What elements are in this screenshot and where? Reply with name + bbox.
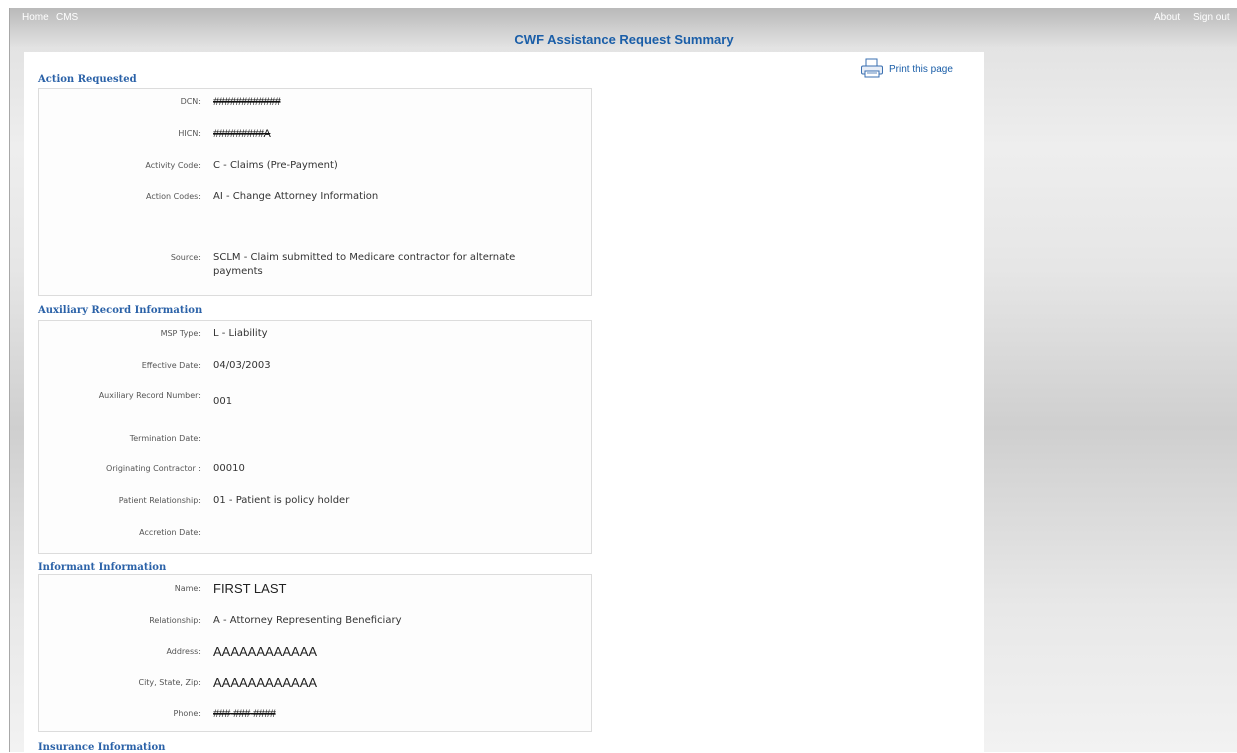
effective-date-label: Effective Date: xyxy=(141,361,201,370)
address-label: Address: xyxy=(166,647,201,656)
activity-code-label: Activity Code: xyxy=(145,161,201,170)
dcn-label: DCN: xyxy=(180,97,201,106)
name-label: Name: xyxy=(174,584,201,593)
section-title-auxiliary-record: Auxiliary Record Information xyxy=(38,305,203,316)
app-window: Home CMS About Sign out CWF Assistance R… xyxy=(9,8,1237,753)
summary-panel: Print this page Action Requested DCN: ##… xyxy=(24,52,984,753)
page-title: CWF Assistance Request Summary xyxy=(514,32,734,47)
source-label: Source: xyxy=(170,253,201,262)
city-state-zip-label: City, State, Zip: xyxy=(138,678,201,687)
source-value: SCLM - Claim submitted to Medicare contr… xyxy=(213,252,516,277)
nav-sign-out-link[interactable]: Sign out xyxy=(1193,12,1230,23)
action-codes-value: AI - Change Attorney Information xyxy=(213,191,379,202)
originating-contractor-value: 00010 xyxy=(213,463,245,474)
patient-relationship-value: 01 - Patient is policy holder xyxy=(213,495,350,506)
informant-box: Name: FIRST LAST Relationship: A - Attor… xyxy=(38,574,592,732)
msp-type-value: L - Liability xyxy=(213,328,268,339)
hicn-label: HICN: xyxy=(178,129,201,138)
phone-value: ###-###-#### xyxy=(213,708,276,720)
nav-cms-link[interactable]: CMS xyxy=(56,12,78,23)
print-page-label: Print this page xyxy=(889,64,953,75)
auxiliary-record-box: MSP Type: L - Liability Effective Date: … xyxy=(38,320,592,554)
auxiliary-record-number-value: 001 xyxy=(213,396,233,407)
auxiliary-record-number-label: Auxiliary Record Number: xyxy=(98,391,201,400)
printer-icon xyxy=(860,58,884,78)
city-state-zip-value: AAAAAAAAAAAA xyxy=(213,675,318,690)
termination-date-label: Termination Date: xyxy=(129,434,201,443)
nav-about-link[interactable]: About xyxy=(1154,12,1180,23)
patient-relationship-label: Patient Relationship: xyxy=(118,496,201,505)
accretion-date-label: Accretion Date: xyxy=(139,528,201,537)
relationship-label: Relationship: xyxy=(149,616,201,625)
effective-date-value: 04/03/2003 xyxy=(213,360,271,371)
section-title-insurance: Insurance Information xyxy=(38,742,166,753)
msp-type-label: MSP Type: xyxy=(160,329,201,338)
action-codes-label: Action Codes: xyxy=(146,192,201,201)
nav-home-link[interactable]: Home xyxy=(22,12,49,23)
dcn-value: ############ xyxy=(213,96,281,108)
section-title-informant: Informant Information xyxy=(38,562,167,573)
relationship-value: A - Attorney Representing Beneficiary xyxy=(213,615,402,626)
top-nav-bar: Home CMS About Sign out xyxy=(10,8,1237,32)
originating-contractor-label: Originating Contractor : xyxy=(106,464,201,473)
name-value: FIRST LAST xyxy=(213,581,287,596)
section-title-action-requested: Action Requested xyxy=(38,74,137,85)
address-value: AAAAAAAAAAAA xyxy=(213,644,318,659)
phone-label: Phone: xyxy=(173,709,201,718)
activity-code-value: C - Claims (Pre-Payment) xyxy=(213,160,338,171)
hicn-value: #########A xyxy=(213,128,271,140)
action-requested-box: DCN: ############ HICN: #########A Activ… xyxy=(38,88,592,296)
